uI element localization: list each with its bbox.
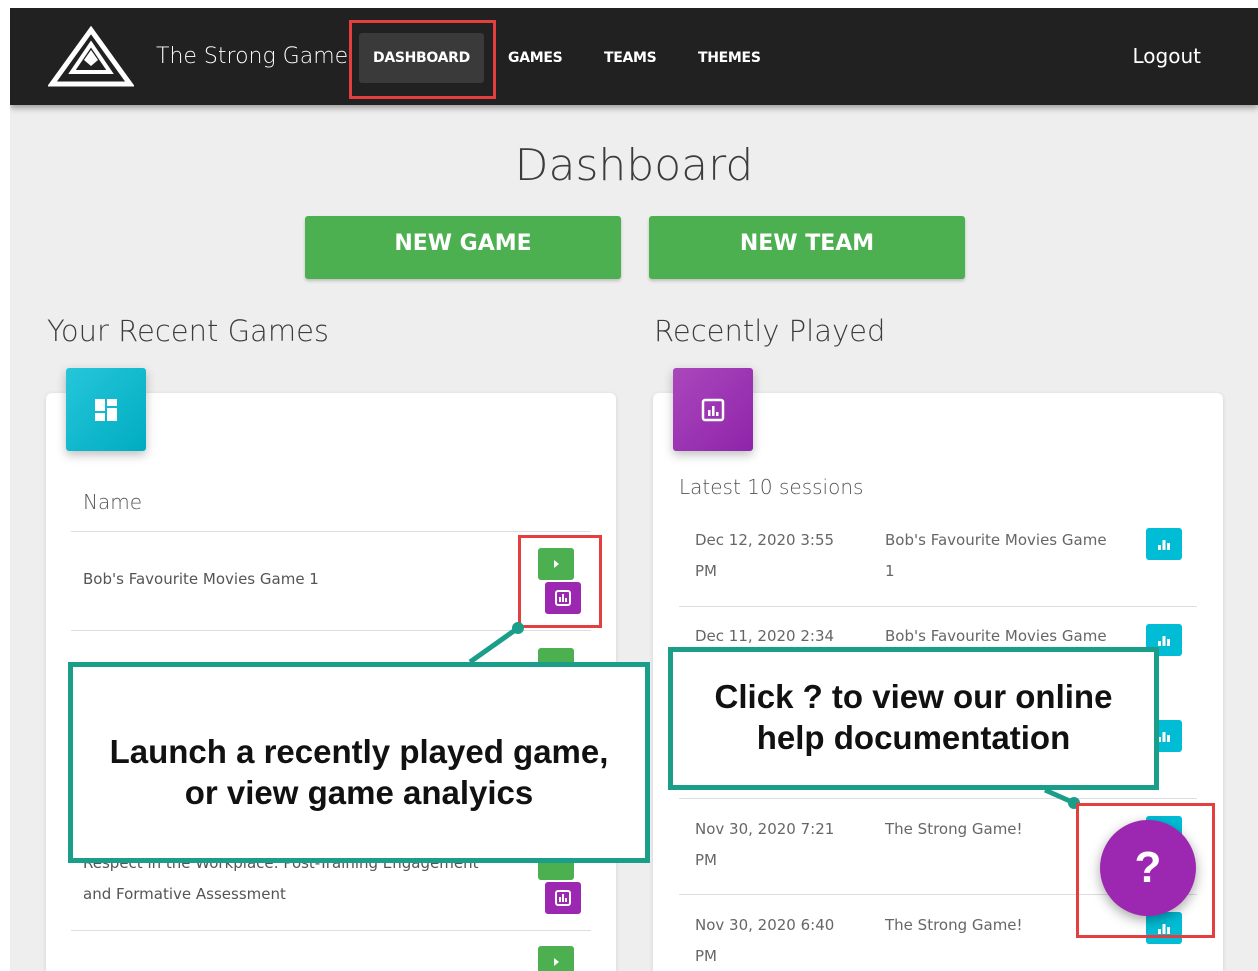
row-divider xyxy=(679,606,1197,607)
brand-title[interactable]: The Strong Game xyxy=(156,44,348,69)
game-name-line2: and Formative Assessment xyxy=(83,885,286,903)
dashboard-grid-icon xyxy=(66,368,146,451)
nav-themes[interactable]: THEMES xyxy=(698,33,761,83)
callout-text-line2: or view game analyics xyxy=(184,774,534,811)
game-actions-highlight-box xyxy=(518,535,602,628)
callout-text-line1: Click ? to view our online xyxy=(714,678,1113,715)
session-analytics-button[interactable] xyxy=(1146,528,1182,560)
session-game: Bob's Favourite Movies Game xyxy=(885,531,1107,549)
session-game-line2: 1 xyxy=(885,562,895,580)
session-date-line2: PM xyxy=(695,851,717,869)
page-title: Dashboard xyxy=(514,140,754,191)
app-frame: The Strong Game DASHBOARD GAMES TEAMS TH… xyxy=(10,8,1258,971)
top-navbar: The Strong Game DASHBOARD GAMES TEAMS TH… xyxy=(10,8,1258,105)
callout-text-line1: Launch a recently played game, xyxy=(109,733,609,770)
name-column-header: Name xyxy=(83,490,143,514)
dashboard-highlight-box xyxy=(349,20,496,99)
row-divider xyxy=(71,531,591,532)
help-highlight-box xyxy=(1076,803,1215,938)
latest-sessions-label: Latest 10 sessions xyxy=(679,475,864,499)
bar-chart-icon xyxy=(1158,540,1170,550)
analytics-icon xyxy=(555,890,571,906)
game-name: Bob's Favourite Movies Game 1 xyxy=(83,570,319,588)
row-divider xyxy=(71,630,591,631)
help-docs-callout: Click ? to view our online help document… xyxy=(668,647,1159,790)
launch-game-callout: Launch a recently played game, or view g… xyxy=(68,662,650,863)
session-date-line2: PM xyxy=(695,562,717,580)
new-game-button[interactable]: NEW GAME xyxy=(305,216,621,279)
row-divider xyxy=(71,930,591,931)
callout-text-line2: help documentation xyxy=(756,719,1071,756)
mountain-logo-icon[interactable] xyxy=(48,26,134,88)
play-game-button[interactable] xyxy=(538,946,574,971)
play-icon xyxy=(554,958,559,966)
nav-teams[interactable]: TEAMS xyxy=(604,33,657,83)
recent-games-title: Your Recent Games xyxy=(47,314,330,348)
logout-link[interactable]: Logout xyxy=(1133,44,1201,68)
session-date: Dec 12, 2020 3:55 xyxy=(695,531,835,549)
session-date: Nov 30, 2020 7:21 xyxy=(695,820,835,838)
new-team-button[interactable]: NEW TEAM xyxy=(649,216,965,279)
session-date-line2: PM xyxy=(695,947,717,965)
session-date: Nov 30, 2020 6:40 xyxy=(695,916,835,934)
analytics-chart-icon xyxy=(673,368,753,451)
nav-games[interactable]: GAMES xyxy=(508,33,563,83)
recently-played-title: Recently Played xyxy=(654,314,886,348)
game-analytics-button[interactable] xyxy=(545,882,581,914)
row-divider xyxy=(679,798,1197,799)
